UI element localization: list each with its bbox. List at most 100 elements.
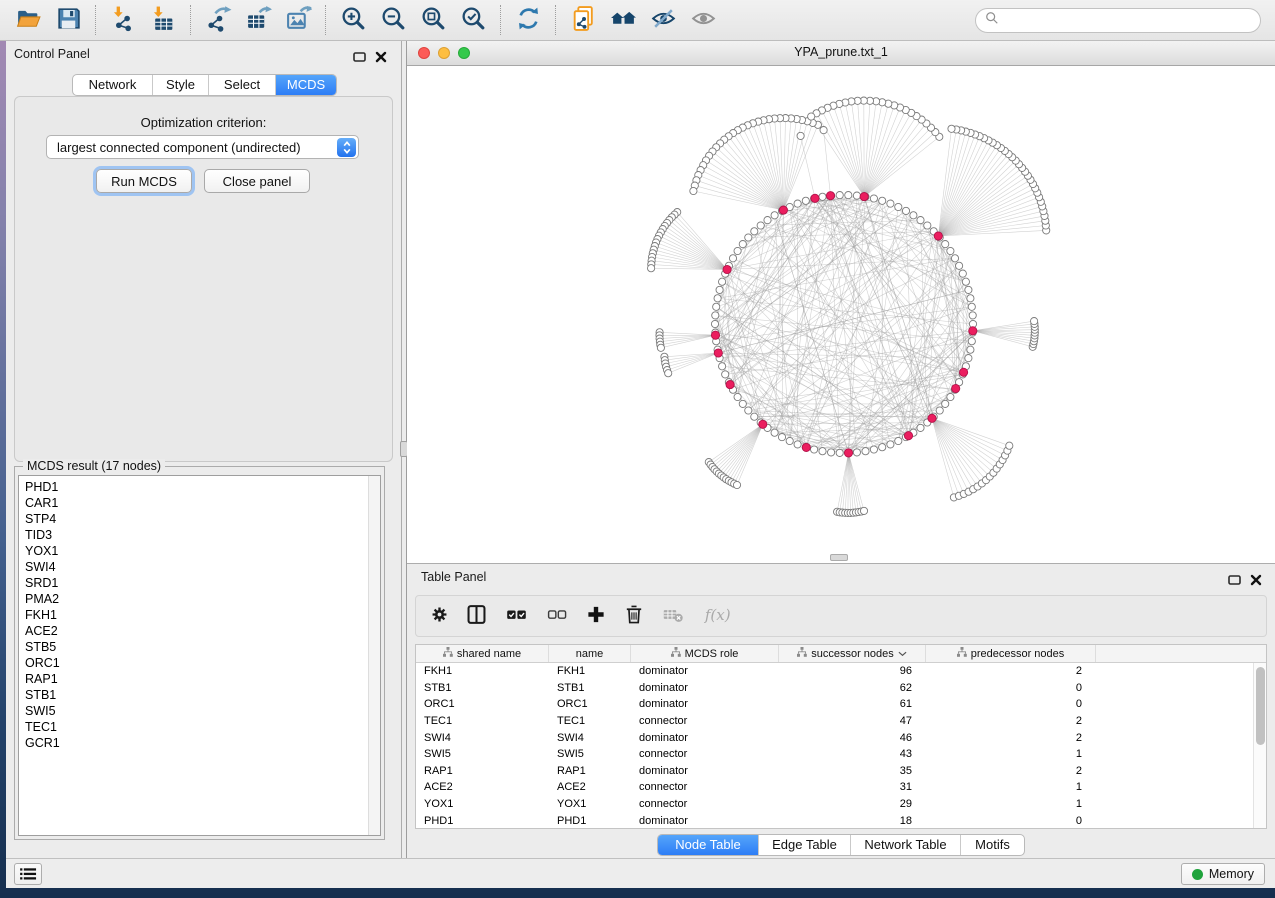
table-row[interactable]: ACE2ACE2connector311 (416, 779, 1266, 796)
new-network-from-selection-button[interactable] (563, 3, 603, 37)
table-cell: FKH1 (416, 665, 549, 677)
table-cell: 1 (926, 748, 1096, 760)
tab-edge-table[interactable]: Edge Table (758, 835, 850, 855)
table-row[interactable]: STB1STB1dominator620 (416, 680, 1266, 697)
tab-motifs[interactable]: Motifs (960, 835, 1024, 855)
column-header-successor-nodes[interactable]: successor nodes (779, 645, 926, 662)
table-settings-button[interactable] (430, 603, 449, 629)
table-cell: ACE2 (549, 781, 631, 793)
add-column-button[interactable] (585, 603, 607, 629)
table-row[interactable]: SWI4SWI4dominator462 (416, 729, 1266, 746)
table-row[interactable]: TEC1TEC1connector472 (416, 713, 1266, 730)
table-cell: connector (631, 748, 779, 760)
network-column-icon (957, 647, 967, 660)
float-table-panel-icon[interactable] (1228, 573, 1242, 585)
mcds-node-item[interactable]: ACE2 (25, 623, 380, 639)
table-scrollbar-thumb[interactable] (1256, 667, 1265, 745)
network-canvas[interactable] (407, 66, 1275, 563)
network-graph[interactable] (407, 66, 1275, 563)
mcds-list-scrollbar[interactable] (368, 476, 380, 835)
mcds-node-item[interactable]: TID3 (25, 527, 380, 543)
table-row[interactable]: FKH1FKH1dominator962 (416, 663, 1266, 680)
column-header-name[interactable]: name (549, 645, 631, 662)
table-scrollbar[interactable] (1253, 663, 1266, 828)
plus-icon (585, 603, 607, 629)
export-network-button[interactable] (198, 3, 238, 37)
column-header-predecessor-nodes[interactable]: predecessor nodes (926, 645, 1096, 662)
open-session-button[interactable] (8, 3, 48, 37)
tab-node-table[interactable]: Node Table (658, 835, 758, 855)
export-image-button[interactable] (278, 3, 318, 37)
column-header-shared-name[interactable]: shared name (416, 645, 549, 662)
import-table-button[interactable] (143, 3, 183, 37)
tab-network[interactable]: Network (73, 75, 152, 95)
table-cell: PHD1 (549, 815, 631, 827)
tab-style[interactable]: Style (152, 75, 208, 95)
search-box[interactable] (975, 8, 1261, 33)
zoom-in-button[interactable] (333, 3, 373, 37)
mcds-node-item[interactable]: STB1 (25, 687, 380, 703)
tab-mcds[interactable]: MCDS (275, 75, 336, 95)
mcds-node-item[interactable]: TEC1 (25, 719, 380, 735)
table-cell: SWI4 (549, 732, 631, 744)
new-network-icon (570, 5, 597, 35)
show-panels-menu-button[interactable] (14, 863, 42, 885)
save-session-button[interactable] (48, 3, 88, 37)
table-cell: 31 (779, 781, 926, 793)
mcds-node-item[interactable]: STB5 (25, 639, 380, 655)
criterion-select[interactable]: largest connected component (undirected) (46, 135, 359, 159)
export-network-icon (205, 5, 232, 35)
mcds-node-item[interactable]: YOX1 (25, 543, 380, 559)
mcds-node-item[interactable]: SWI5 (25, 703, 380, 719)
table-body: FKH1FKH1dominator962STB1STB1dominator620… (416, 663, 1266, 829)
delete-columns-button[interactable] (623, 603, 645, 629)
mcds-options-box: Optimization criterion: largest connecte… (14, 96, 393, 462)
table-row[interactable]: RAP1RAP1dominator352 (416, 763, 1266, 780)
float-panel-icon[interactable] (353, 50, 367, 62)
close-panel-button[interactable]: Close panel (204, 169, 310, 193)
table-row[interactable]: ORC1ORC1dominator610 (416, 696, 1266, 713)
close-panel-icon[interactable] (374, 50, 388, 62)
zoom-selected-button[interactable] (453, 3, 493, 37)
table-row[interactable]: PHD1PHD1dominator180 (416, 812, 1266, 829)
import-network-button[interactable] (103, 3, 143, 37)
close-table-panel-icon[interactable] (1249, 573, 1263, 585)
first-neighbors-icon (610, 5, 637, 35)
mcds-node-item[interactable]: CAR1 (25, 495, 380, 511)
mcds-node-item[interactable]: ORC1 (25, 655, 380, 671)
desktop: Control Panel NetworkStyleSelectMCDS Opt… (0, 0, 1275, 898)
hide-selected-button[interactable] (643, 3, 683, 37)
table-row[interactable]: YOX1YOX1connector291 (416, 796, 1266, 813)
search-input[interactable] (1004, 14, 1251, 28)
table-cell: 2 (926, 732, 1096, 744)
select-all-rows-button[interactable] (504, 603, 529, 629)
show-all-button[interactable] (683, 3, 723, 37)
table-row[interactable]: SWI5SWI5connector431 (416, 746, 1266, 763)
mcds-node-item[interactable]: PMA2 (25, 591, 380, 607)
mcds-node-item[interactable]: FKH1 (25, 607, 380, 623)
zoom-out-button[interactable] (373, 3, 413, 37)
apply-layout-button[interactable] (508, 3, 548, 37)
network-window-titlebar[interactable]: YPA_prune.txt_1 (407, 41, 1275, 66)
run-mcds-button[interactable]: Run MCDS (96, 169, 192, 193)
tab-select[interactable]: Select (208, 75, 275, 95)
toolbar-separator (190, 5, 191, 35)
export-table-button[interactable] (238, 3, 278, 37)
table-cell: YOX1 (416, 798, 549, 810)
mcds-node-item[interactable]: SRD1 (25, 575, 380, 591)
mcds-node-item[interactable]: GCR1 (25, 735, 380, 751)
show-columns-button[interactable] (465, 603, 488, 629)
control-panel: Control Panel NetworkStyleSelectMCDS Opt… (6, 41, 401, 858)
horizontal-splitter-grip[interactable] (830, 554, 848, 561)
column-header-mcds-role[interactable]: MCDS role (631, 645, 779, 662)
fit-content-button[interactable] (413, 3, 453, 37)
deselect-all-rows-button[interactable] (545, 603, 569, 629)
first-neighbors-button[interactable] (603, 3, 643, 37)
tab-network-table[interactable]: Network Table (850, 835, 960, 855)
mcds-node-item[interactable]: STP4 (25, 511, 380, 527)
table-cell: RAP1 (549, 765, 631, 777)
memory-button[interactable]: Memory (1181, 863, 1265, 885)
mcds-node-item[interactable]: PHD1 (25, 479, 380, 495)
mcds-node-item[interactable]: SWI4 (25, 559, 380, 575)
mcds-node-item[interactable]: RAP1 (25, 671, 380, 687)
